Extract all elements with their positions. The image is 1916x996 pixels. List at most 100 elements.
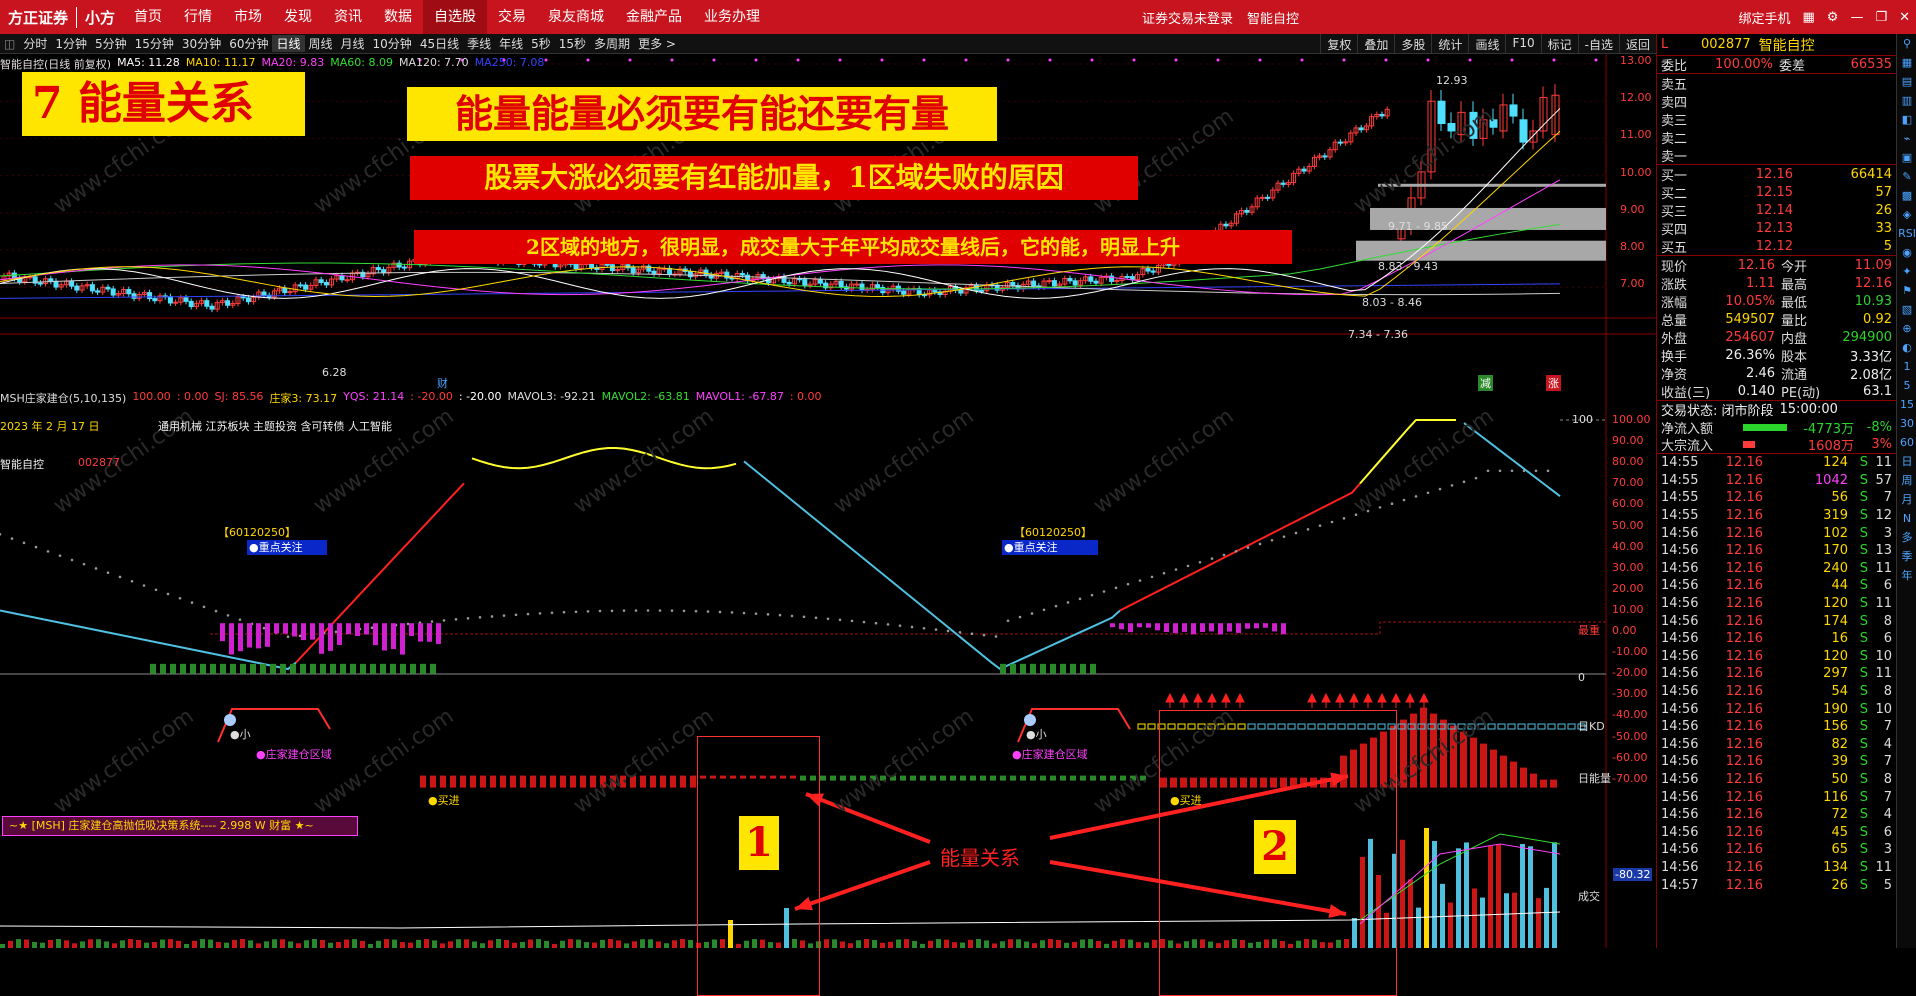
nav-item[interactable]: 金融产品 bbox=[615, 0, 693, 34]
tick-row[interactable]: 14:56 12.16 50 S 8 bbox=[1657, 771, 1896, 789]
period-tab[interactable]: 1分钟 bbox=[51, 35, 91, 52]
side-tool-icon[interactable]: ▤ bbox=[1897, 72, 1916, 91]
period-tab[interactable]: 5分钟 bbox=[91, 35, 131, 52]
tick-row[interactable]: 14:56 12.16 156 S 7 bbox=[1657, 718, 1896, 736]
buy-row[interactable]: 买四 12.13 33 bbox=[1657, 219, 1896, 237]
minimize-icon[interactable]: — bbox=[1850, 10, 1863, 25]
nav-item[interactable]: 首页 bbox=[123, 0, 173, 34]
period-tab[interactable]: 年线 bbox=[495, 35, 527, 52]
side-tool-icon[interactable]: ⊕ bbox=[1897, 319, 1916, 338]
bind-phone-link[interactable]: 绑定手机 bbox=[1738, 8, 1790, 27]
period-tab[interactable]: 10分钟 bbox=[369, 35, 416, 52]
period-tab[interactable]: 30分钟 bbox=[178, 35, 225, 52]
chart-tool-button[interactable]: 复权 bbox=[1320, 34, 1357, 54]
side-tool-icon[interactable]: ◉ bbox=[1897, 243, 1916, 262]
chart-area[interactable]: www.cfchi.com www.cfchi.com www.cfchi.com w… bbox=[0, 54, 1656, 948]
tick-row[interactable]: 14:56 12.16 39 S 7 bbox=[1657, 753, 1896, 771]
buy-row[interactable]: 买一 12.16 66414 bbox=[1657, 165, 1896, 183]
tick-row[interactable]: 14:56 12.16 54 S 8 bbox=[1657, 683, 1896, 701]
nav-item[interactable]: 行情 bbox=[173, 0, 223, 34]
tick-row[interactable]: 14:56 12.16 82 S 4 bbox=[1657, 736, 1896, 754]
sell-row[interactable]: 卖三 bbox=[1657, 110, 1896, 128]
side-tool-icon[interactable]: ▥ bbox=[1897, 91, 1916, 110]
period-tab[interactable]: 月线 bbox=[337, 35, 369, 52]
side-tool-icon[interactable]: 日 bbox=[1897, 452, 1916, 471]
tick-row[interactable]: 14:56 12.16 190 S 10 bbox=[1657, 700, 1896, 718]
tick-row[interactable]: 14:56 12.16 44 S 6 bbox=[1657, 577, 1896, 595]
chart-tool-button[interactable]: F10 bbox=[1505, 34, 1540, 54]
sell-row[interactable]: 卖二 bbox=[1657, 128, 1896, 146]
tick-row[interactable]: 14:56 12.16 72 S 4 bbox=[1657, 806, 1896, 824]
nav-item[interactable]: 交易 bbox=[487, 0, 537, 34]
chart-tool-button[interactable]: 画线 bbox=[1468, 34, 1505, 54]
side-tool-icon[interactable]: 周 bbox=[1897, 471, 1916, 490]
period-tab[interactable]: 15分钟 bbox=[131, 35, 178, 52]
side-tool-icon[interactable]: RSI bbox=[1897, 224, 1916, 243]
tick-row[interactable]: 14:56 12.16 120 S 10 bbox=[1657, 648, 1896, 666]
period-tab[interactable]: 日线 bbox=[272, 35, 304, 52]
period-tab[interactable]: 季线 bbox=[463, 35, 495, 52]
chart-tool-button[interactable]: 返回 bbox=[1619, 34, 1656, 54]
buy-row[interactable]: 买五 12.12 5 bbox=[1657, 237, 1896, 255]
period-tab[interactable]: 更多 > bbox=[634, 35, 680, 52]
tick-row[interactable]: 14:57 12.16 26 S 5 bbox=[1657, 876, 1896, 894]
side-tool-icon[interactable]: 15 bbox=[1897, 395, 1916, 414]
side-tool-icon[interactable]: ▧ bbox=[1897, 300, 1916, 319]
period-tab[interactable]: 5秒 bbox=[527, 35, 555, 52]
side-tool-icon[interactable]: 30 bbox=[1897, 414, 1916, 433]
nav-item[interactable]: 数据 bbox=[373, 0, 423, 34]
side-tool-icon[interactable]: ✎ bbox=[1897, 167, 1916, 186]
chart-tool-button[interactable]: -自选 bbox=[1578, 34, 1619, 54]
chart-tool-button[interactable]: 多股 bbox=[1394, 34, 1431, 54]
side-tool-icon[interactable]: ◈ bbox=[1897, 205, 1916, 224]
tick-row[interactable]: 14:56 12.16 240 S 11 bbox=[1657, 560, 1896, 578]
tick-row[interactable]: 14:55 12.16 319 S 12 bbox=[1657, 507, 1896, 525]
side-tool-icon[interactable]: 60 bbox=[1897, 433, 1916, 452]
nav-item[interactable]: 发现 bbox=[273, 0, 323, 34]
side-tool-icon[interactable]: 5 bbox=[1897, 376, 1916, 395]
period-tab[interactable]: 多周期 bbox=[590, 35, 634, 52]
buy-row[interactable]: 买二 12.15 57 bbox=[1657, 183, 1896, 201]
side-tool-icon[interactable]: ◧ bbox=[1897, 110, 1916, 129]
chart-tool-button[interactable]: 统计 bbox=[1431, 34, 1468, 54]
tick-row[interactable]: 14:55 12.16 56 S 7 bbox=[1657, 489, 1896, 507]
chart-tool-button[interactable]: 标记 bbox=[1541, 34, 1578, 54]
login-status[interactable]: 证券交易未登录 bbox=[1142, 8, 1233, 27]
side-tool-icon[interactable]: ◐ bbox=[1897, 338, 1916, 357]
sell-row[interactable]: 卖五 bbox=[1657, 74, 1896, 92]
side-tool-icon[interactable]: ✦ bbox=[1897, 262, 1916, 281]
side-tool-icon[interactable]: ▩ bbox=[1897, 186, 1916, 205]
tick-row[interactable]: 14:56 12.16 174 S 8 bbox=[1657, 612, 1896, 630]
chart-tool-button[interactable]: 叠加 bbox=[1357, 34, 1394, 54]
nav-item[interactable]: 泉友商城 bbox=[537, 0, 615, 34]
tick-row[interactable]: 14:56 12.16 170 S 13 bbox=[1657, 542, 1896, 560]
period-tab[interactable]: 60分钟 bbox=[225, 35, 272, 52]
tick-row[interactable]: 14:56 12.16 65 S 3 bbox=[1657, 841, 1896, 859]
sell-row[interactable]: 卖一 bbox=[1657, 146, 1896, 164]
sell-row[interactable]: 卖四 bbox=[1657, 92, 1896, 110]
restore-icon[interactable]: ❐ bbox=[1875, 10, 1887, 25]
side-tool-icon[interactable]: 月 bbox=[1897, 490, 1916, 509]
side-tool-icon[interactable]: 季 bbox=[1897, 547, 1916, 566]
tick-row[interactable]: 14:55 12.16 124 S 11 bbox=[1657, 454, 1896, 472]
side-tool-icon[interactable]: 1 bbox=[1897, 357, 1916, 376]
nav-item[interactable]: 业务办理 bbox=[693, 0, 771, 34]
period-tab[interactable]: 周线 bbox=[305, 35, 337, 52]
tick-row[interactable]: 14:56 12.16 16 S 6 bbox=[1657, 630, 1896, 648]
nav-item[interactable]: 资讯 bbox=[323, 0, 373, 34]
side-tool-icon[interactable]: ⚑ bbox=[1897, 281, 1916, 300]
tick-row[interactable]: 14:56 12.16 120 S 11 bbox=[1657, 595, 1896, 613]
gear-icon[interactable]: ⚙ bbox=[1827, 10, 1839, 25]
panel-toggle-icon[interactable]: ◫ bbox=[0, 37, 19, 51]
nav-item[interactable]: 市场 bbox=[223, 0, 273, 34]
period-tab[interactable]: 分时 bbox=[19, 35, 51, 52]
side-tool-icon[interactable]: ⚲ bbox=[1897, 34, 1916, 53]
tick-row[interactable]: 14:56 12.16 45 S 6 bbox=[1657, 823, 1896, 841]
side-tool-icon[interactable]: ▦ bbox=[1897, 53, 1916, 72]
tick-row[interactable]: 14:56 12.16 134 S 11 bbox=[1657, 859, 1896, 877]
period-tab[interactable]: 45日线 bbox=[416, 35, 463, 52]
side-tool-icon[interactable]: 年 bbox=[1897, 566, 1916, 585]
nav-item[interactable]: 自选股 bbox=[423, 0, 487, 34]
tick-row[interactable]: 14:55 12.16 1042 S 57 bbox=[1657, 472, 1896, 490]
buy-row[interactable]: 买三 12.14 26 bbox=[1657, 201, 1896, 219]
